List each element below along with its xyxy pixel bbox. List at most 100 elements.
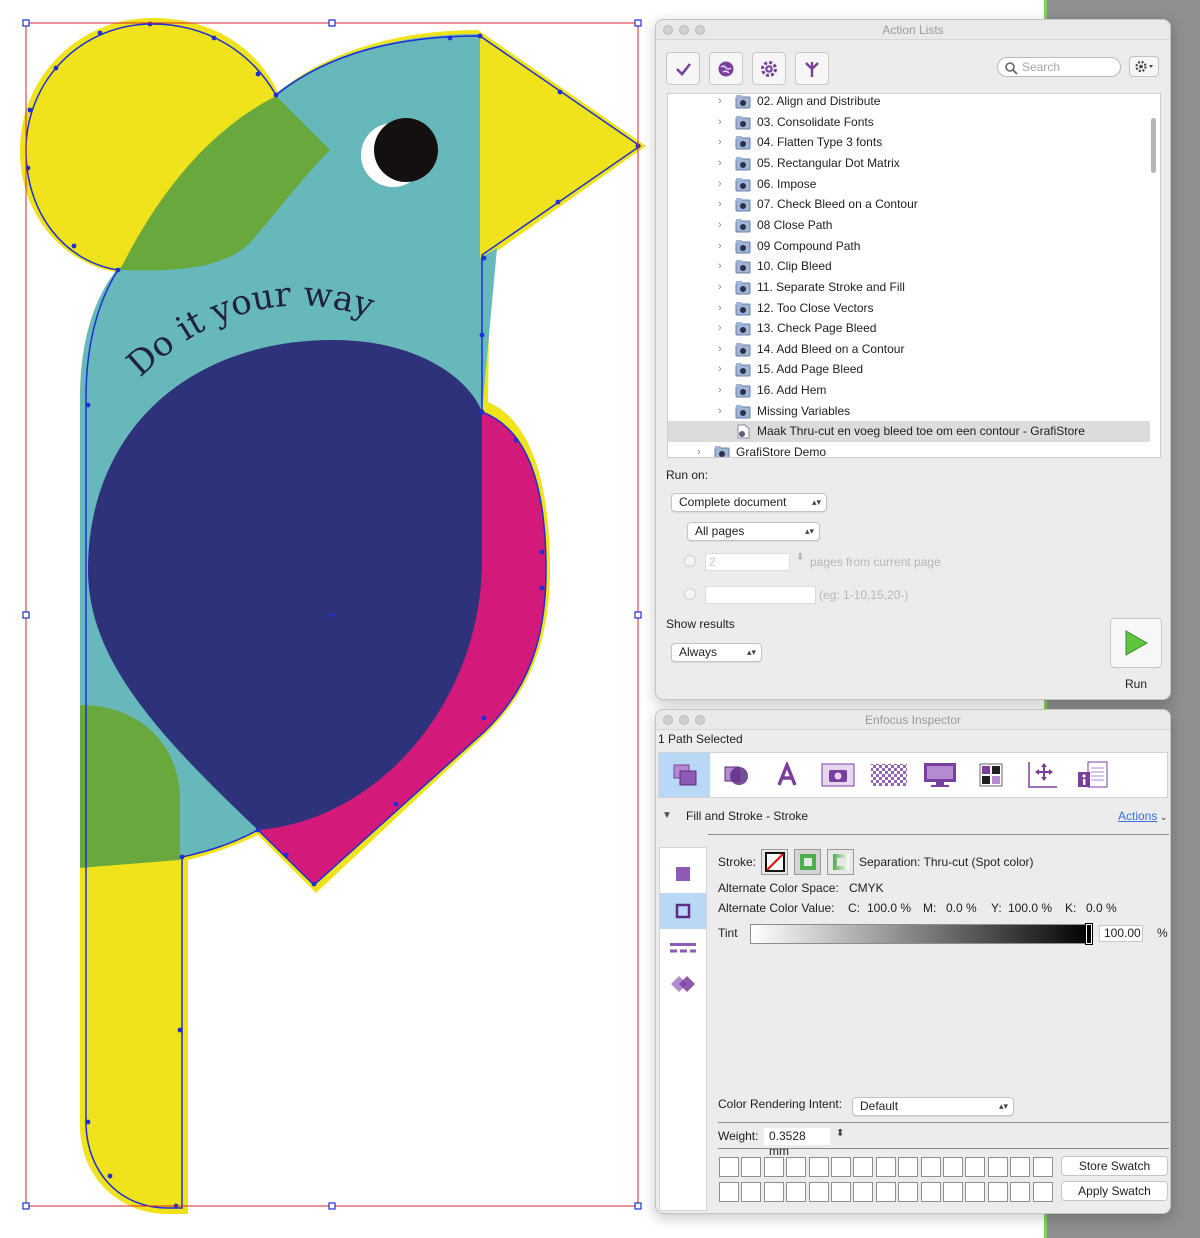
apply-swatch-button[interactable]: Apply Swatch	[1061, 1181, 1168, 1201]
split-button[interactable]	[795, 52, 829, 85]
subtab-fill[interactable]	[660, 856, 706, 892]
action-list-item[interactable]: › 10. Clip Bleed	[668, 256, 1150, 277]
swatch-slot[interactable]	[987, 1157, 1008, 1177]
swatch-slot[interactable]	[719, 1182, 739, 1202]
gear-button[interactable]	[752, 52, 786, 85]
chevron-right-icon[interactable]: ›	[718, 298, 728, 319]
swatch-slot[interactable]	[719, 1157, 739, 1177]
tint-field[interactable]: 100.00	[1099, 925, 1143, 942]
subtab-stroke[interactable]	[660, 893, 706, 929]
swatch-slot[interactable]	[786, 1157, 807, 1177]
chevron-right-icon[interactable]: ›	[718, 112, 728, 133]
swatch-slot[interactable]	[943, 1182, 963, 1202]
tab-output[interactable]	[914, 753, 965, 797]
tint-slider-handle[interactable]	[1085, 923, 1093, 945]
swatch-slot[interactable]	[965, 1157, 986, 1177]
action-list-item[interactable]: › 09 Compound Path	[668, 236, 1150, 257]
swatch-slot[interactable]	[898, 1182, 919, 1202]
inspector-titlebar[interactable]: Enfocus Inspector	[656, 710, 1170, 730]
options-menu-button[interactable]	[1129, 56, 1159, 77]
tab-document-info[interactable]	[1067, 753, 1118, 797]
swatch-slot[interactable]	[898, 1157, 919, 1177]
weight-stepper[interactable]: ⬍	[836, 1128, 844, 1139]
no-paint-swatch[interactable]	[761, 849, 788, 875]
swatch-slot[interactable]	[1010, 1157, 1031, 1177]
swatch-slot[interactable]	[763, 1157, 784, 1177]
action-list-item[interactable]: › 13. Check Page Bleed	[668, 318, 1150, 339]
chevron-right-icon[interactable]: ›	[718, 359, 728, 380]
chevron-right-icon[interactable]: ›	[718, 380, 728, 401]
tab-position[interactable]	[1016, 753, 1067, 797]
action-list-item[interactable]: › 07. Check Bleed on a Contour	[668, 194, 1150, 215]
action-list-item[interactable]: › 02. Align and Distribute	[668, 94, 1150, 112]
globe-button[interactable]	[709, 52, 743, 85]
action-list-item[interactable]: › 06. Impose	[668, 174, 1150, 195]
rendering-intent-select[interactable]: Default ▴▾	[852, 1097, 1014, 1116]
action-list-tree[interactable]: › 02. Align and Distribute › 03. Consolidat…	[667, 93, 1161, 458]
tab-pattern[interactable]	[863, 753, 914, 797]
action-list-item[interactable]: › 05. Rectangular Dot Matrix	[668, 153, 1150, 174]
action-list-item[interactable]: › 08 Close Path	[668, 215, 1150, 236]
action-list-item[interactable]: › 16. Add Hem	[668, 380, 1150, 401]
chevron-right-icon[interactable]: ›	[718, 256, 728, 277]
swatch-slot[interactable]	[1032, 1182, 1053, 1202]
subtab-overprint[interactable]	[660, 966, 706, 1002]
tint-slider[interactable]	[750, 924, 1092, 944]
tab-transparency[interactable]	[710, 753, 761, 797]
swatch-slot[interactable]	[741, 1157, 762, 1177]
page-range-radio[interactable]	[684, 588, 696, 600]
page-range-field[interactable]	[705, 586, 816, 604]
swatch-slot[interactable]	[1010, 1182, 1031, 1202]
chevron-right-icon[interactable]: ›	[718, 132, 728, 153]
actions-label[interactable]: Actions	[1118, 809, 1157, 823]
weight-field[interactable]: 0.3528 mm	[764, 1128, 830, 1158]
run-button[interactable]	[1110, 618, 1162, 668]
tab-image[interactable]	[812, 753, 863, 797]
chevron-right-icon[interactable]: ›	[718, 401, 728, 422]
chevron-right-icon[interactable]: ›	[718, 174, 728, 195]
swatch-slot[interactable]	[920, 1182, 941, 1202]
chevron-right-icon[interactable]: ›	[718, 94, 728, 112]
fill-stroke-subtabs[interactable]	[659, 847, 707, 1211]
swatch-slot[interactable]	[763, 1182, 784, 1202]
swatch-slot[interactable]	[853, 1182, 874, 1202]
show-results-select[interactable]: Always ▴▾	[671, 643, 762, 662]
pages-stepper[interactable]: ⬍	[796, 552, 804, 563]
tab-swatches[interactable]	[965, 753, 1016, 797]
search-field[interactable]	[997, 57, 1121, 77]
chevron-right-icon[interactable]: ›	[718, 153, 728, 174]
pages-count-radio[interactable]	[684, 555, 696, 567]
actions-menu[interactable]: Actions ⌄	[1118, 809, 1167, 823]
swatch-slot[interactable]	[943, 1157, 963, 1177]
chevron-right-icon[interactable]: ›	[718, 236, 728, 257]
swatch-slot[interactable]	[808, 1157, 829, 1177]
chevron-right-icon[interactable]: ›	[718, 318, 728, 339]
action-list-item[interactable]: › 03. Consolidate Fonts	[668, 112, 1150, 133]
action-lists-titlebar[interactable]: Action Lists	[656, 20, 1170, 40]
store-swatch-button[interactable]: Store Swatch	[1061, 1156, 1168, 1176]
pages-count-field[interactable]: 2	[705, 553, 790, 571]
action-list-item[interactable]: › 15. Add Page Bleed	[668, 359, 1150, 380]
swatch-slot[interactable]	[875, 1157, 896, 1177]
swatch-slot[interactable]	[786, 1182, 807, 1202]
inspector-category-tabs[interactable]	[658, 752, 1168, 798]
parrot-artwork[interactable]: Do it your way	[0, 0, 650, 1238]
chevron-right-icon[interactable]: ›	[718, 277, 728, 298]
swatch-slot[interactable]	[831, 1157, 851, 1177]
swatch-slot[interactable]	[808, 1182, 829, 1202]
swatch-slot[interactable]	[1032, 1157, 1053, 1177]
swatch-slot[interactable]	[987, 1182, 1008, 1202]
gradient-swatch[interactable]	[827, 849, 854, 875]
tab-fill-stroke[interactable]	[659, 753, 710, 797]
swatch-slot[interactable]	[920, 1157, 941, 1177]
swatch-slot[interactable]	[741, 1182, 762, 1202]
subtab-dash[interactable]	[660, 930, 706, 966]
search-input[interactable]	[1022, 60, 1116, 74]
run-on-select[interactable]: Complete document ▴▾	[671, 493, 827, 512]
tab-text[interactable]	[761, 753, 812, 797]
swatch-slot[interactable]	[875, 1182, 896, 1202]
chevron-right-icon[interactable]: ›	[718, 194, 728, 215]
check-button[interactable]	[666, 52, 700, 85]
document-canvas[interactable]: Do it your way	[0, 0, 650, 1238]
action-list-item[interactable]: › 11. Separate Stroke and Fill	[668, 277, 1150, 298]
